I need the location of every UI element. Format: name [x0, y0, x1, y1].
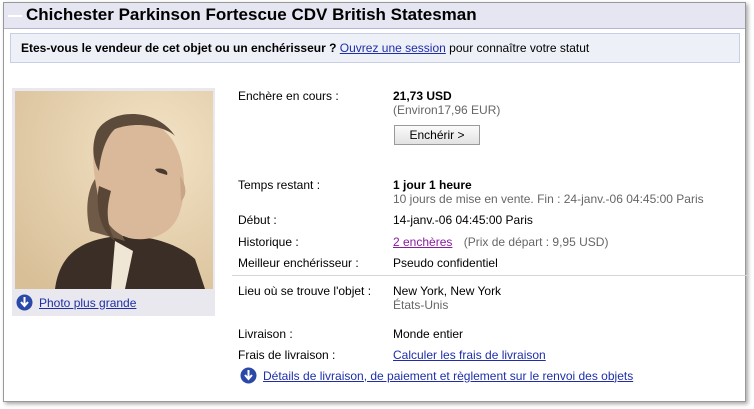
- start-label: Début :: [238, 213, 277, 227]
- ships-to-label: Livraison :: [238, 327, 293, 341]
- current-bid-label: Enchère en cours :: [238, 89, 339, 103]
- high-bidder-value: Pseudo confidentiel: [393, 256, 498, 270]
- signin-suffix: pour connaître votre statut: [449, 41, 590, 55]
- time-left-value: 1 jour 1 heure: [393, 178, 472, 192]
- location-label: Lieu où se trouve l'objet :: [238, 284, 372, 298]
- photo-box: Photo plus grande: [12, 88, 215, 316]
- ships-to-value: Monde entier: [393, 327, 464, 341]
- shipping-details-label[interactable]: Détails de livraison, de paiement et règ…: [263, 369, 633, 383]
- larger-photo-label[interactable]: Photo plus grande: [39, 296, 136, 310]
- high-bidder-label: Meilleur enchérisseur :: [238, 256, 359, 270]
- current-bid-value: 21,73 USD: [393, 89, 452, 103]
- history-label: Historique :: [238, 235, 299, 249]
- calculate-shipping-link[interactable]: Calculer les frais de livraison: [393, 348, 546, 362]
- listing-panel: Chichester Parkinson Fortescue CDV Briti…: [3, 2, 748, 402]
- larger-photo-link[interactable]: Photo plus grande: [16, 294, 136, 311]
- shipping-details-link[interactable]: Détails de livraison, de paiement et règ…: [240, 367, 633, 384]
- shipping-cost-label: Frais de livraison :: [238, 348, 336, 362]
- divider: [232, 275, 748, 276]
- location-value: New York, New York: [393, 284, 502, 298]
- start-value: 14-janv.-06 04:45:00 Paris: [393, 213, 533, 227]
- signin-question: Etes-vous le vendeur de cet objet ou un …: [21, 41, 337, 55]
- time-left-label: Temps restant :: [238, 178, 321, 192]
- current-bid-converted: (Environ17,96 EUR): [393, 103, 501, 117]
- time-left-note: 10 jours de mise en vente. Fin : 24-janv…: [393, 192, 704, 206]
- title-bar: Chichester Parkinson Fortescue CDV Briti…: [4, 3, 745, 29]
- signin-notice: Etes-vous le vendeur de cet objet ou un …: [10, 33, 740, 63]
- bid-button[interactable]: Enchérir >: [394, 125, 480, 145]
- signin-notice-text: Etes-vous le vendeur de cet objet ou un …: [21, 41, 589, 55]
- page-title: Chichester Parkinson Fortescue CDV Briti…: [26, 5, 477, 24]
- location-country: États-Unis: [393, 298, 449, 312]
- bid-history-link[interactable]: 2 enchères: [393, 235, 452, 249]
- starting-price-note: (Prix de départ : 9,95 USD): [463, 235, 609, 249]
- title-bar-marker: [8, 15, 22, 17]
- down-arrow-circle-icon: [240, 367, 257, 384]
- item-photo[interactable]: [15, 91, 213, 289]
- down-arrow-circle-icon: [16, 294, 33, 311]
- history-value: 2 enchères (Prix de départ : 9,95 USD): [393, 235, 608, 249]
- signin-link[interactable]: Ouvrez une session: [340, 41, 446, 55]
